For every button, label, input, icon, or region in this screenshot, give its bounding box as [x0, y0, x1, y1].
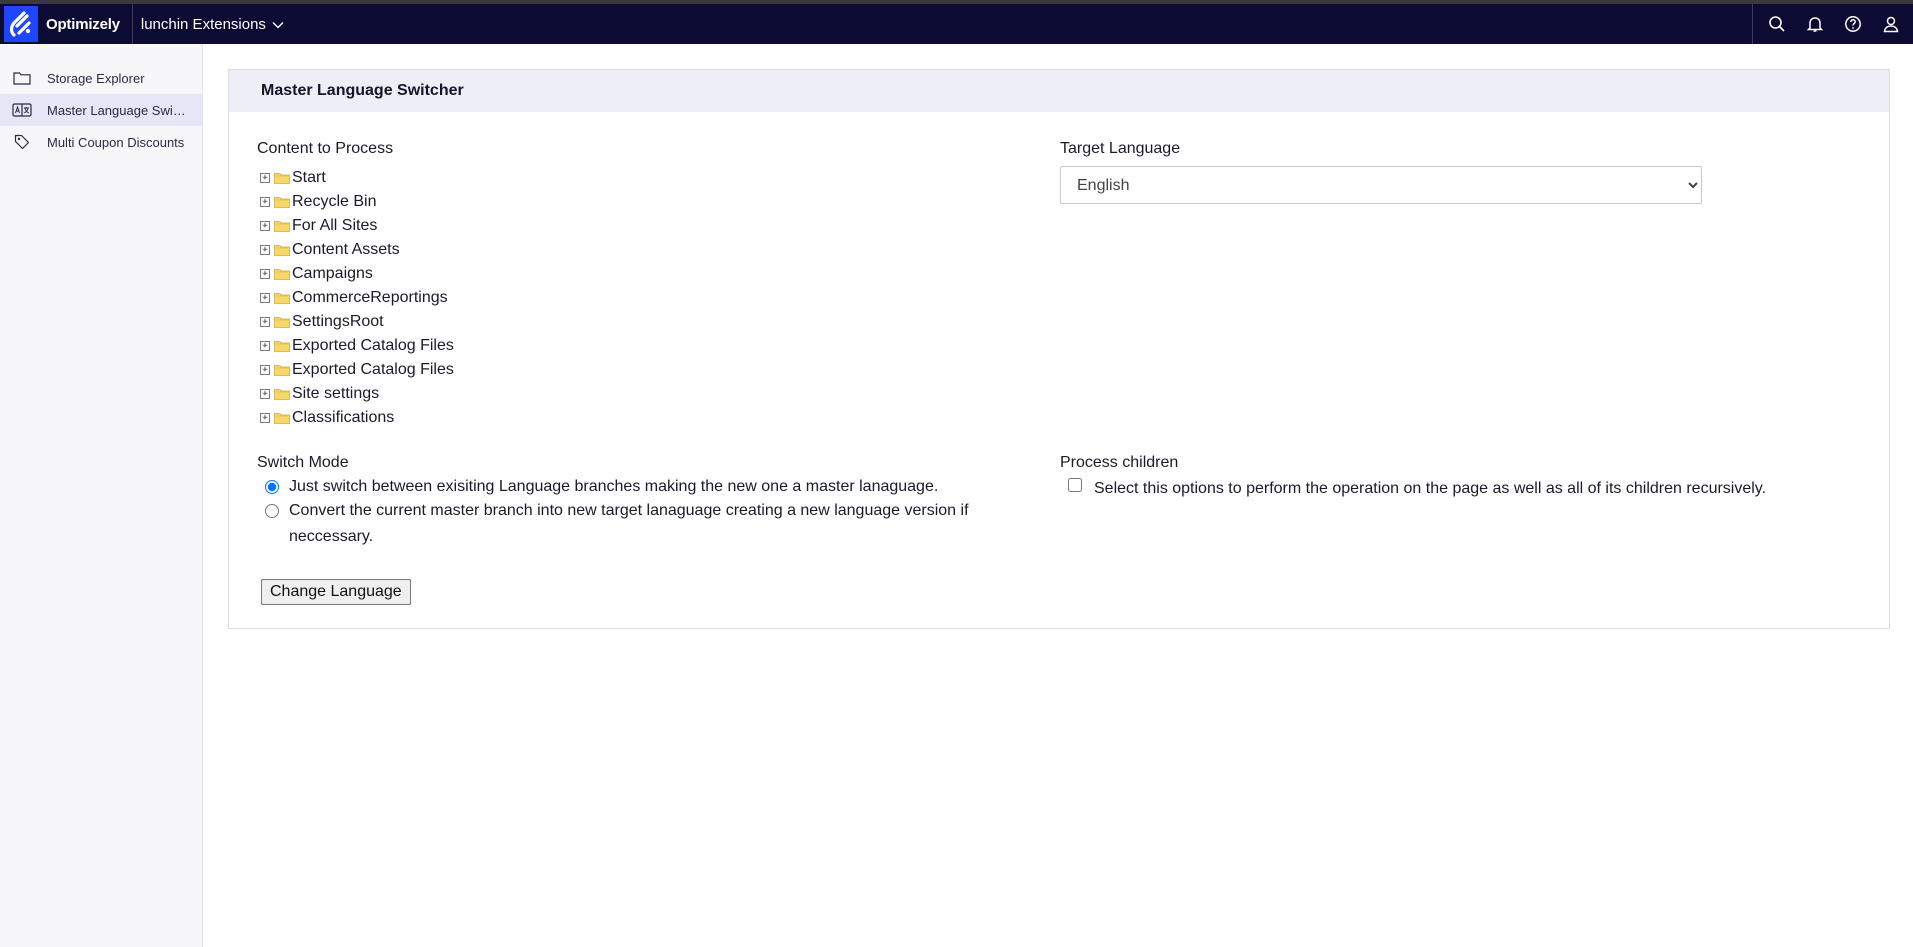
tree-node-label: Exported Catalog Files [292, 361, 454, 378]
folder-icon [274, 365, 290, 376]
topbar-actions [1752, 4, 1913, 44]
tree-node[interactable]: + Classifications [257, 406, 1037, 430]
search-icon[interactable] [1767, 14, 1787, 34]
tag-icon [12, 133, 32, 151]
switch-mode-label: Switch Mode [257, 454, 349, 471]
expand-icon[interactable]: + [260, 365, 270, 375]
folder-icon [274, 293, 290, 304]
mode-switch-text: Just switch between exisiting Language b… [289, 478, 939, 495]
topbar-divider [131, 4, 133, 44]
tree-node[interactable]: + CommerceReportings [257, 286, 1037, 310]
user-icon[interactable] [1881, 14, 1901, 34]
sidebar-item-label: Master Language Switcher [47, 102, 189, 118]
mode-option-switch: Just switch between exisiting Language b… [257, 474, 1057, 500]
mode-switch-radio[interactable] [265, 480, 279, 494]
master-language-switcher-panel: Master Language Switcher Content to Proc… [228, 69, 1890, 629]
expand-icon[interactable]: + [260, 245, 270, 255]
tree-node[interactable]: + Start [257, 166, 1037, 190]
tree-node-label: Campaigns [292, 265, 373, 282]
folder-icon [12, 69, 32, 87]
sidebar-item-label: Storage Explorer [47, 70, 145, 86]
brand-name: Optimizely [46, 15, 120, 33]
folder-icon [274, 317, 290, 328]
folder-icon [274, 221, 290, 232]
tree-node-label: Classifications [292, 409, 395, 426]
sidebar: Storage Explorer Master Language Switche… [0, 44, 203, 947]
sidebar-item-storage-explorer[interactable]: Storage Explorer [0, 62, 202, 94]
switch-mode-section: Switch Mode Just switch between exisitin… [257, 454, 1057, 550]
brand-logo[interactable]: Optimizely [0, 4, 120, 44]
folder-icon [274, 173, 290, 184]
process-children-section: Process children Select this options to … [1060, 454, 1880, 502]
expand-icon[interactable]: + [260, 197, 270, 207]
chevron-down-icon [272, 16, 284, 33]
process-children-text: Select this options to perform the opera… [1094, 480, 1767, 497]
tree-node-label: Exported Catalog Files [292, 337, 454, 354]
tree-node[interactable]: + Campaigns [257, 262, 1037, 286]
sidebar-item-label: Multi Coupon Discounts [47, 134, 185, 150]
tree-node[interactable]: + Exported Catalog Files [257, 334, 1037, 358]
mode-option-convert: Convert the current master branch into n… [257, 502, 1057, 550]
expand-icon[interactable]: + [260, 269, 270, 279]
change-language-button[interactable]: Change Language [261, 579, 411, 605]
optimizely-logo-icon [4, 6, 38, 42]
tree-node[interactable]: + Exported Catalog Files [257, 358, 1037, 382]
tree-node[interactable]: + Site settings [257, 382, 1037, 406]
tree-node-label: SettingsRoot [292, 313, 384, 330]
process-children-checkbox[interactable] [1068, 478, 1082, 492]
tree-node[interactable]: + For All Sites [257, 214, 1037, 238]
folder-icon [274, 197, 290, 208]
tree-node[interactable]: + Content Assets [257, 238, 1037, 262]
mode-convert-radio[interactable] [265, 504, 279, 518]
target-language-select[interactable]: English [1060, 166, 1702, 204]
expand-icon[interactable]: + [260, 341, 270, 351]
app-name: lunchin Extensions [140, 15, 266, 33]
tree-node[interactable]: + Recycle Bin [257, 190, 1037, 214]
panel-title: Master Language Switcher [229, 70, 1889, 112]
mode-convert-text: Convert the current master branch into n… [289, 502, 969, 545]
bell-icon[interactable] [1805, 14, 1825, 34]
tree-node-label: Recycle Bin [292, 193, 377, 210]
expand-icon[interactable]: + [260, 173, 270, 183]
help-icon[interactable] [1843, 14, 1863, 34]
tree-node-label: CommerceReportings [292, 289, 448, 306]
tree-node[interactable]: + SettingsRoot [257, 310, 1037, 334]
top-bar: Optimizely lunchin Extensions [0, 0, 1913, 44]
target-language-column: Target Language English [1060, 140, 1860, 204]
target-language-label: Target Language [1060, 140, 1181, 157]
language-icon [12, 101, 32, 119]
tree-node-label: Start [292, 169, 326, 186]
app-switcher[interactable]: lunchin Extensions [141, 16, 284, 33]
sidebar-item-multi-coupon-discounts[interactable]: Multi Coupon Discounts [0, 126, 202, 158]
expand-icon[interactable]: + [260, 293, 270, 303]
content-tree: + Start + Recycle Bin + For All Sites + Content… [257, 166, 1037, 430]
tree-node-label: Content Assets [292, 241, 400, 258]
process-children-label: Process children [1060, 454, 1179, 471]
folder-icon [274, 269, 290, 280]
folder-icon [274, 341, 290, 352]
folder-icon [274, 245, 290, 256]
folder-icon [274, 389, 290, 400]
expand-icon[interactable]: + [260, 389, 270, 399]
tree-node-label: For All Sites [292, 217, 378, 234]
expand-icon[interactable]: + [260, 221, 270, 231]
tree-node-label: Site settings [292, 385, 380, 402]
expand-icon[interactable]: + [260, 413, 270, 423]
process-children-option: Select this options to perform the opera… [1060, 476, 1880, 502]
content-column: Content to Process + Start + Recycle Bin + Fo… [257, 140, 1037, 430]
expand-icon[interactable]: + [260, 317, 270, 327]
folder-icon [274, 413, 290, 424]
sidebar-item-master-language-switcher[interactable]: Master Language Switcher [0, 94, 202, 126]
content-to-process-label: Content to Process [257, 140, 394, 157]
